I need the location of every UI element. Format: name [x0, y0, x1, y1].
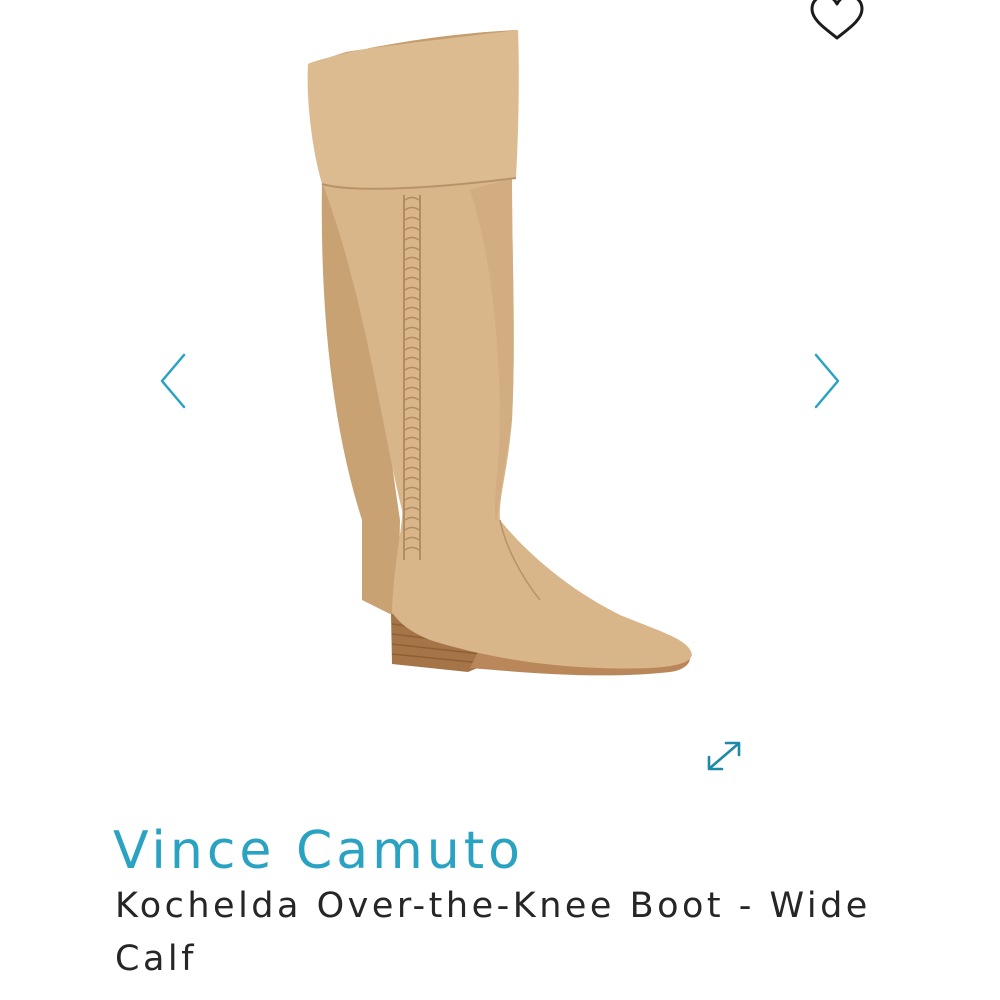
wishlist-heart-icon[interactable]	[806, 0, 868, 50]
product-title: Kochelda Over-the-Knee Boot - Wide Calf	[115, 886, 871, 979]
product-brand-link[interactable]: Vince Camuto	[113, 818, 524, 884]
product-image-boot	[307, 30, 692, 676]
next-image-chevron-right-icon[interactable]	[806, 350, 846, 412]
expand-arrows-icon[interactable]	[702, 736, 746, 776]
previous-image-chevron-left-icon[interactable]	[154, 350, 194, 412]
